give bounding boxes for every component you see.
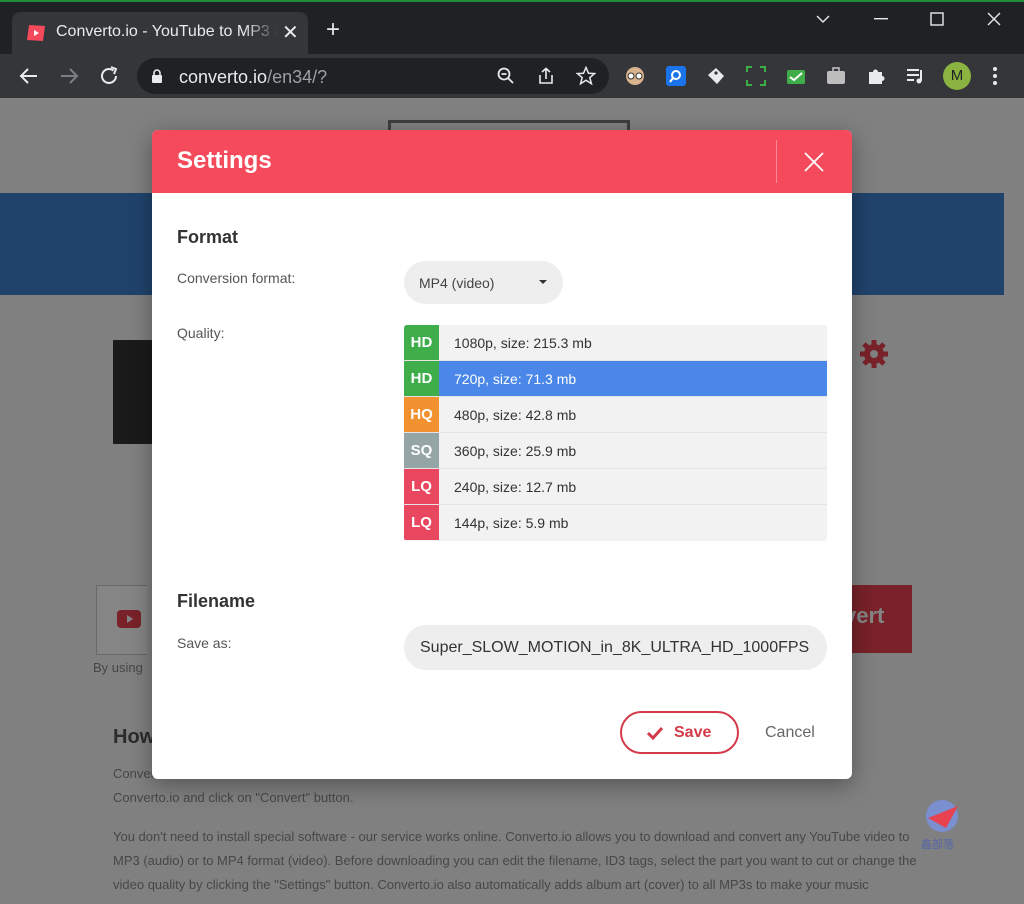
extensions-puzzle-icon[interactable] <box>866 66 886 86</box>
quality-badge: HQ <box>404 397 439 432</box>
format-section-title: Format <box>177 227 239 247</box>
conversion-format-select[interactable]: MP4 (video) <box>404 261 563 304</box>
share-icon[interactable] <box>537 67 555 85</box>
quality-badge: LQ <box>404 469 439 504</box>
caret-down-icon <box>539 280 547 284</box>
filename-input[interactable] <box>404 625 827 670</box>
extension-screenshot-icon[interactable] <box>746 66 766 86</box>
quality-badge: LQ <box>404 505 439 540</box>
browser-tab[interactable]: Converto.io - YouTube to MP3 and MP4 ✕ <box>12 12 308 54</box>
maximize-icon[interactable] <box>930 12 944 26</box>
minimize-icon[interactable] <box>874 18 888 20</box>
watermark-text: 鑫部落 <box>921 839 954 851</box>
back-arrow-icon[interactable] <box>17 64 41 88</box>
address-bar[interactable]: converto.io/en34/? <box>137 58 609 94</box>
save-button[interactable]: Save <box>620 711 739 754</box>
modal-header: Settings <box>152 130 852 193</box>
quality-option-label: 480p, size: 42.8 mb <box>454 407 577 423</box>
reload-icon[interactable] <box>97 64 121 88</box>
browser-toolbar: converto.io/en34/? M <box>0 54 1024 98</box>
quality-list: HD 1080p, size: 215.3 mb HD 720p, size: … <box>404 325 827 541</box>
conversion-format-value: MP4 (video) <box>419 275 495 291</box>
save-button-label: Save <box>674 724 712 741</box>
filename-section-title: Filename <box>177 591 256 611</box>
extension-glasses-icon[interactable] <box>625 66 645 86</box>
browser-menu-icon[interactable] <box>993 66 997 86</box>
save-as-label: Save as: <box>177 635 232 651</box>
window-close-icon[interactable] <box>987 12 1001 26</box>
extension-mail-icon[interactable] <box>786 66 806 86</box>
forward-arrow-icon[interactable] <box>57 64 81 88</box>
quality-badge: SQ <box>404 433 439 468</box>
quality-option[interactable]: SQ 360p, size: 25.9 mb <box>404 433 827 469</box>
browser-tab-bar: Converto.io - YouTube to MP3 and MP4 ✕ + <box>0 0 1024 54</box>
quality-option[interactable]: HQ 480p, size: 42.8 mb <box>404 397 827 433</box>
tab-search-chevron-icon[interactable] <box>816 14 830 24</box>
tab-title: Converto.io - YouTube to MP3 and MP4 <box>56 23 278 40</box>
quality-badge: HD <box>404 361 439 396</box>
quality-option[interactable]: HD 1080p, size: 215.3 mb <box>404 325 827 361</box>
cancel-button[interactable]: Cancel <box>765 724 815 742</box>
header-divider <box>776 140 777 183</box>
extension-tag-icon[interactable] <box>706 66 726 86</box>
checkmark-icon <box>646 726 664 740</box>
extension-briefcase-icon[interactable] <box>826 66 846 86</box>
tab-close-icon[interactable]: ✕ <box>282 23 299 43</box>
conversion-format-label: Conversion format: <box>177 270 296 286</box>
lock-icon[interactable] <box>151 69 163 84</box>
quality-option-label: 240p, size: 12.7 mb <box>454 479 577 495</box>
zoom-icon[interactable] <box>497 67 515 85</box>
quality-label: Quality: <box>177 325 225 341</box>
url-text[interactable]: converto.io/en34/? <box>179 67 327 88</box>
quality-option[interactable]: HD 720p, size: 71.3 mb <box>404 361 827 397</box>
quality-badge: HD <box>404 325 439 360</box>
new-tab-icon[interactable]: + <box>326 18 340 42</box>
modal-close-icon[interactable] <box>802 150 826 174</box>
modal-title: Settings <box>177 147 272 174</box>
window-accent-line <box>0 0 1024 2</box>
quality-option-label: 720p, size: 71.3 mb <box>454 371 577 387</box>
quality-option[interactable]: LQ 144p, size: 5.9 mb <box>404 505 827 540</box>
quality-option-label: 360p, size: 25.9 mb <box>454 443 577 459</box>
extension-search-icon[interactable] <box>666 66 686 86</box>
settings-modal: Settings Format Conversion format: MP4 (… <box>152 130 852 779</box>
youtube-favicon-icon <box>27 25 45 41</box>
media-queue-icon[interactable] <box>906 66 926 86</box>
bookmark-star-icon[interactable] <box>576 66 596 86</box>
quality-option-label: 1080p, size: 215.3 mb <box>454 335 592 351</box>
profile-avatar[interactable]: M <box>943 62 971 90</box>
quality-option-label: 144p, size: 5.9 mb <box>454 515 569 531</box>
quality-option[interactable]: LQ 240p, size: 12.7 mb <box>404 469 827 505</box>
